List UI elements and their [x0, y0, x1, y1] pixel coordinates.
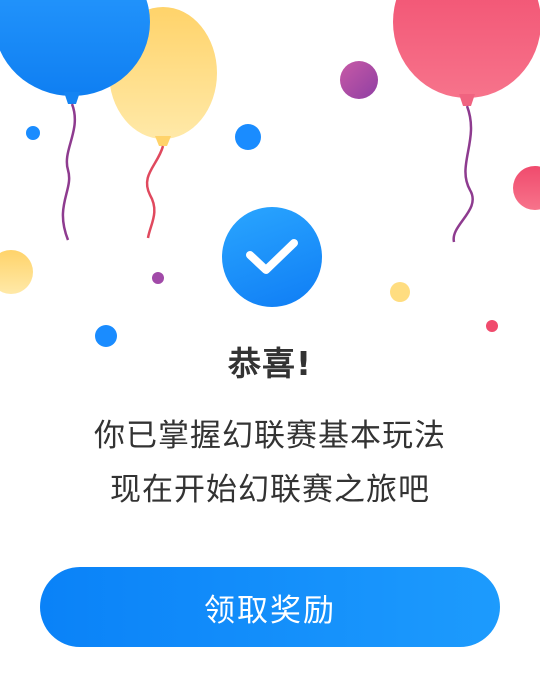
checkmark-icon: [246, 239, 298, 274]
claim-reward-button[interactable]: 领取奖励: [40, 567, 500, 647]
message-line-1: 你已掌握幻联赛基本玩法: [94, 418, 446, 454]
pink-balloon-icon: [393, 0, 540, 243]
dialog-title: 恭喜!: [227, 344, 313, 383]
message-line-2: 现在开始幻联赛之旅吧: [110, 472, 430, 508]
success-badge: [222, 207, 322, 307]
